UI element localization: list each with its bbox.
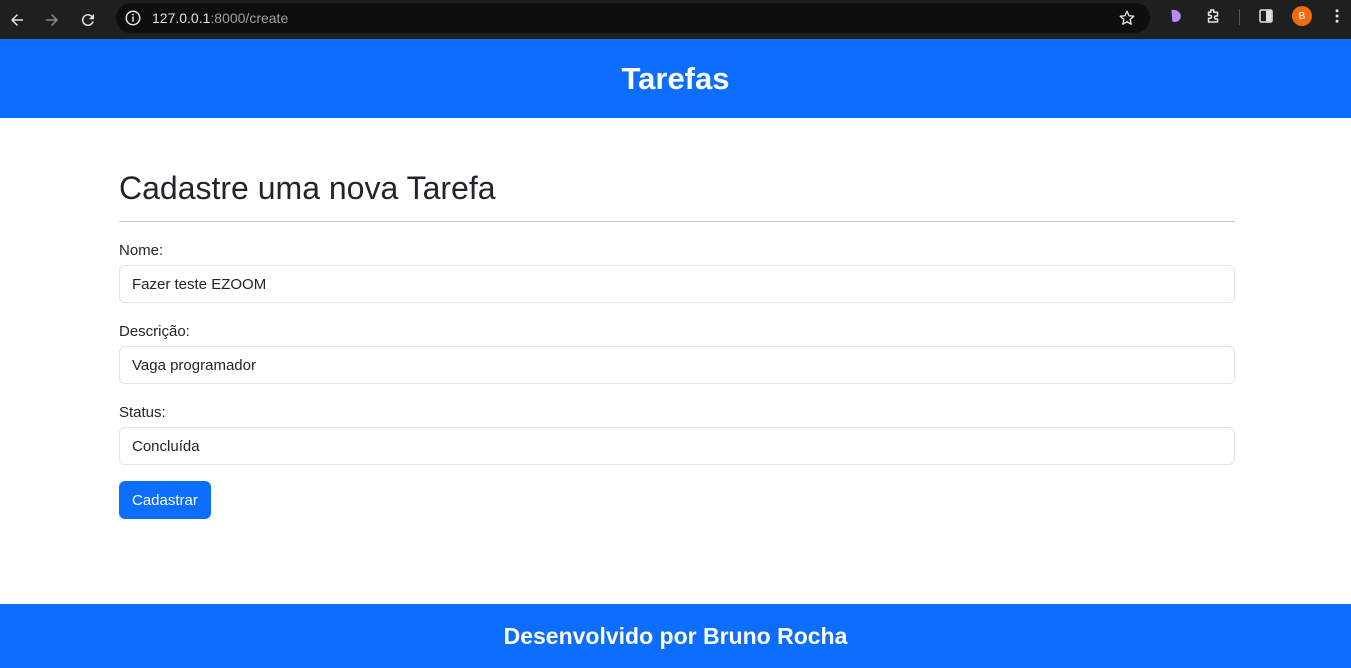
status-input[interactable] xyxy=(119,427,1235,465)
page-footer: Desenvolvido por Bruno Rocha xyxy=(0,604,1351,668)
task-form: Nome: Descrição: Status: Cadastrar xyxy=(119,242,1235,519)
toolbar-divider xyxy=(1239,9,1240,25)
profile-avatar[interactable]: B xyxy=(1292,6,1312,26)
descricao-input[interactable] xyxy=(119,346,1235,384)
side-panel-icon[interactable] xyxy=(1257,7,1275,25)
bookmark-star-icon[interactable] xyxy=(1118,9,1136,27)
title-divider xyxy=(119,221,1235,222)
page-title: Cadastre uma nova Tarefa xyxy=(119,170,496,206)
forward-button[interactable] xyxy=(37,5,67,35)
header-title: Tarefas xyxy=(621,60,730,96)
footer-text: Desenvolvido por Bruno Rocha xyxy=(503,622,848,649)
status-label: Status: xyxy=(119,404,166,421)
field-descricao: Descrição: xyxy=(119,323,1235,384)
url-text[interactable]: 127.0.0.1:8000/create xyxy=(152,10,288,26)
nome-input[interactable] xyxy=(119,265,1235,303)
url-host: 127.0.0.1 xyxy=(152,10,211,26)
browser-toolbar: 127.0.0.1:8000/create B xyxy=(0,0,1351,39)
descricao-label: Descrição: xyxy=(119,323,190,340)
main-content: Cadastre uma nova Tarefa Nome: Descrição… xyxy=(119,118,1235,519)
back-button[interactable] xyxy=(2,5,32,35)
url-path: :8000/create xyxy=(210,10,289,26)
more-menu-icon[interactable] xyxy=(1328,7,1346,25)
nome-label: Nome: xyxy=(119,242,164,259)
page-header: Tarefas xyxy=(0,39,1351,118)
reload-button[interactable] xyxy=(73,5,103,35)
extensions-puzzle-icon[interactable] xyxy=(1204,7,1222,25)
forward-arrow-icon xyxy=(46,14,58,26)
extension-icon[interactable] xyxy=(1167,7,1185,25)
back-arrow-icon xyxy=(11,14,23,26)
field-nome: Nome: xyxy=(119,242,1235,303)
address-bar[interactable]: 127.0.0.1:8000/create xyxy=(116,3,1150,33)
reload-icon xyxy=(81,14,94,27)
site-info-icon[interactable] xyxy=(124,9,142,27)
cadastrar-button[interactable]: Cadastrar xyxy=(119,481,211,519)
field-status: Status: xyxy=(119,404,1235,465)
